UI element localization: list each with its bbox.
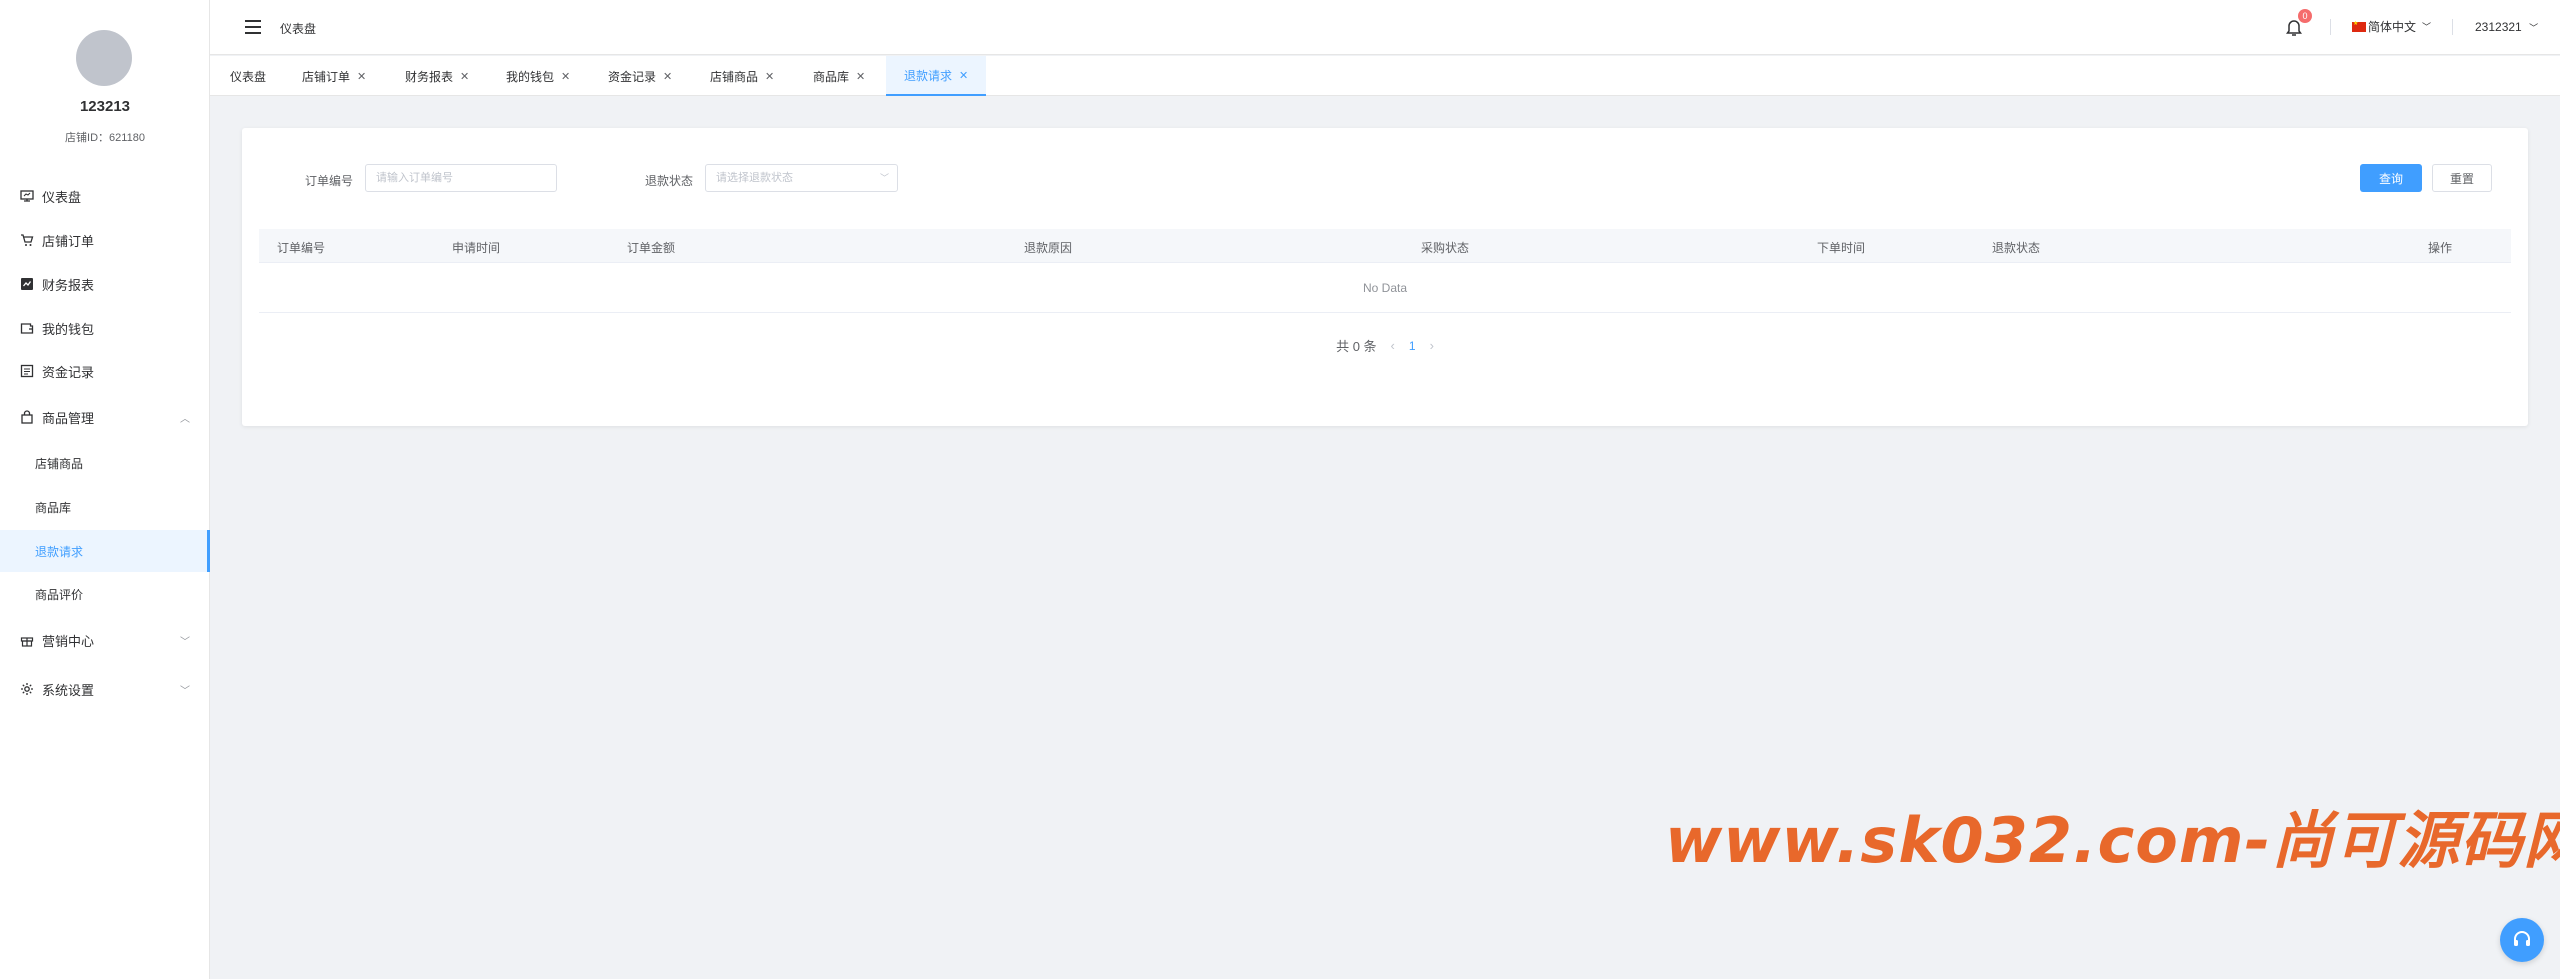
breadcrumb[interactable]: 仪表盘: [280, 20, 316, 37]
sidebar-subitem-product-reviews[interactable]: 商品评价: [0, 573, 210, 615]
chevron-up-icon: ︿: [180, 413, 190, 425]
sidebar-item-label: 我的钱包: [42, 321, 95, 337]
gear-icon: [20, 682, 34, 696]
sidebar-item-label: 营销中心: [42, 633, 95, 649]
tab-product-library[interactable]: 商品库 ✕: [813, 56, 865, 96]
pagination: 共 0 条 ‹ 1 ›: [242, 336, 2528, 355]
notification-badge: 0: [2298, 9, 2312, 23]
close-icon[interactable]: ✕: [561, 70, 570, 83]
username: 2312321: [2475, 20, 2522, 34]
tab-label: 店铺订单: [302, 69, 351, 84]
sidebar-item-product-management[interactable]: 商品管理 ︿: [0, 395, 210, 439]
chevron-down-icon: ﹀: [180, 636, 190, 648]
tab-label: 我的钱包: [506, 69, 555, 84]
bag-icon: [20, 410, 34, 424]
header-divider: [2452, 19, 2453, 35]
tab-shop-products[interactable]: 店铺商品 ✕: [710, 56, 774, 96]
sidebar-subitem-product-library[interactable]: 商品库: [0, 486, 210, 528]
chevron-down-icon: ﹀: [180, 685, 190, 697]
column-header: 操作: [2428, 241, 2453, 255]
language-switcher[interactable]: 简体中文 ﹀: [2352, 18, 2431, 35]
top-header: 仪表盘 0 简体中文 ﹀ 2312321 ﹀: [210, 0, 2560, 55]
sidebar-item-marketing-center[interactable]: 营销中心 ﹀: [0, 618, 210, 662]
column-header: 采购状态: [1421, 241, 1470, 255]
close-icon[interactable]: ✕: [856, 70, 865, 83]
tab-dashboard[interactable]: 仪表盘: [230, 56, 266, 96]
sidebar-subitem-refund-requests[interactable]: 退款请求: [0, 530, 210, 572]
china-flag-icon: [2352, 20, 2366, 32]
cart-icon: [20, 233, 34, 247]
sidebar-subitem-shop-products[interactable]: 店铺商品: [0, 442, 210, 484]
tab-label: 资金记录: [608, 69, 657, 84]
shop-name: 123213: [79, 98, 131, 115]
query-button[interactable]: 查询: [2360, 164, 2422, 192]
sidebar-item-label: 财务报表: [42, 277, 95, 293]
customer-support-button[interactable]: [2500, 918, 2544, 962]
sidebar: 123213 店铺ID：621180 仪表盘 店铺订单 财务报表 我的钱包 资金…: [0, 0, 210, 979]
pagination-total: 共 0 条: [1336, 339, 1377, 354]
sidebar-item-shop-orders[interactable]: 店铺订单: [0, 218, 210, 262]
tab-my-wallet[interactable]: 我的钱包 ✕: [506, 56, 570, 96]
record-icon: [20, 364, 34, 378]
headset-icon: [2511, 928, 2533, 953]
column-header: 订单编号: [277, 241, 326, 255]
chevron-down-icon: ﹀: [879, 173, 889, 183]
tab-label: 财务报表: [405, 69, 454, 84]
language-label: 简体中文: [2368, 20, 2417, 34]
watermark: www.sk032.com-尚可源码网: [1665, 804, 2560, 877]
sidebar-item-label: 资金记录: [42, 364, 95, 380]
column-header: 退款状态: [1992, 241, 2041, 255]
tab-fund-records[interactable]: 资金记录 ✕: [608, 56, 672, 96]
column-header: 下单时间: [1817, 241, 1866, 255]
order-no-input[interactable]: 请输入订单编号: [365, 164, 557, 192]
tab-label: 仪表盘: [230, 69, 267, 84]
chevron-right-icon[interactable]: ›: [1430, 338, 1434, 353]
refund-status-select[interactable]: 请选择退款状态 ﹀: [705, 164, 898, 192]
refund-requests-panel: 订单编号 请输入订单编号 退款状态 请选择退款状态 ﹀ 查询 重置 订单编号 申…: [242, 128, 2528, 426]
sidebar-item-label: 仪表盘: [42, 189, 82, 205]
sidebar-item-fund-records[interactable]: 资金记录: [0, 349, 210, 393]
page-number[interactable]: 1: [1409, 339, 1416, 353]
sidebar-item-label: 店铺订单: [42, 233, 95, 249]
dashboard-icon: [20, 189, 34, 203]
close-icon[interactable]: ✕: [765, 70, 774, 83]
tab-financial-report[interactable]: 财务报表 ✕: [405, 56, 469, 96]
sidebar-item-system-settings[interactable]: 系统设置 ﹀: [0, 667, 210, 711]
sidebar-item-label: 商品管理: [42, 410, 95, 426]
table-empty-state: No Data: [259, 263, 2511, 313]
tab-bar: 仪表盘 店铺订单 ✕ 财务报表 ✕ 我的钱包 ✕ 资金记录 ✕ 店铺商品 ✕ 商…: [210, 56, 2560, 96]
refund-status-placeholder: 请选择退款状态: [716, 172, 793, 184]
column-header: 申请时间: [452, 241, 501, 255]
close-icon[interactable]: ✕: [460, 70, 469, 83]
user-menu[interactable]: 2312321 ﹀: [2475, 20, 2538, 34]
close-icon[interactable]: ✕: [357, 70, 366, 83]
sidebar-item-dashboard[interactable]: 仪表盘: [0, 174, 210, 218]
tab-shop-orders[interactable]: 店铺订单 ✕: [302, 56, 366, 96]
sidebar-item-my-wallet[interactable]: 我的钱包: [0, 306, 210, 350]
avatar[interactable]: [76, 30, 132, 86]
header-divider: [2330, 19, 2331, 35]
close-icon[interactable]: ✕: [959, 69, 968, 82]
chevron-down-icon: ﹀: [2529, 23, 2539, 33]
reset-button[interactable]: 重置: [2432, 164, 2492, 192]
refund-status-label: 退款状态: [645, 174, 694, 188]
column-header: 订单金额: [627, 241, 676, 255]
table-header: 订单编号 申请时间 订单金额 退款原因 采购状态 下单时间 退款状态 操作: [259, 229, 2511, 263]
chart-icon: [20, 277, 34, 291]
close-icon[interactable]: ✕: [663, 70, 672, 83]
order-no-label: 订单编号: [305, 174, 354, 188]
wallet-icon: [20, 321, 34, 335]
menu-toggle-icon[interactable]: [245, 20, 261, 34]
sidebar-item-financial-report[interactable]: 财务报表: [0, 262, 210, 306]
chevron-left-icon[interactable]: ‹: [1391, 338, 1395, 353]
gift-icon: [20, 633, 34, 647]
tab-label: 退款请求: [904, 68, 953, 83]
tab-refund-requests[interactable]: 退款请求 ✕: [886, 56, 987, 96]
column-header: 退款原因: [1024, 241, 1073, 255]
sidebar-item-label: 系统设置: [42, 682, 95, 698]
tab-label: 商品库: [813, 69, 850, 84]
chevron-down-icon: ﹀: [2422, 22, 2432, 32]
tab-label: 店铺商品: [710, 69, 759, 84]
shop-id: 店铺ID：621180: [65, 132, 145, 144]
